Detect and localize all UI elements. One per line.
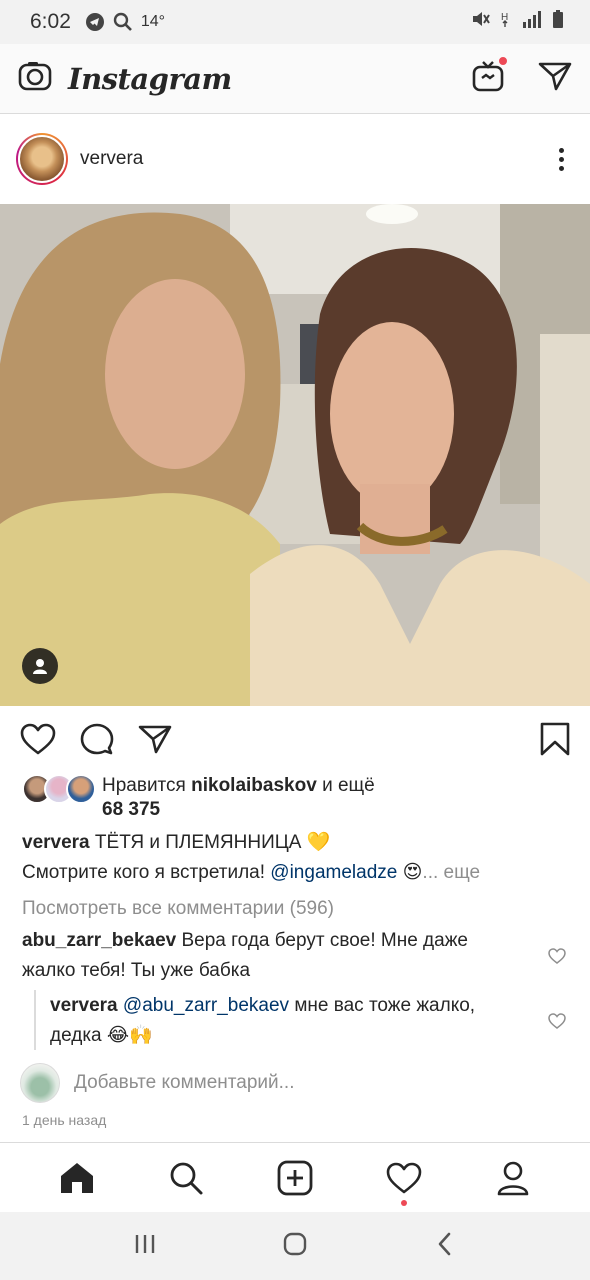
recents-icon[interactable] xyxy=(132,1231,158,1262)
likes-prefix: Нравится xyxy=(102,775,186,796)
activity-notification-dot xyxy=(401,1199,408,1206)
current-user-avatar xyxy=(20,1063,60,1103)
liker-avatar xyxy=(66,774,96,804)
camera-icon[interactable] xyxy=(18,59,52,98)
activity-icon[interactable] xyxy=(384,1158,424,1206)
likes-suffix: и ещё xyxy=(322,775,375,796)
igtv-notification-dot xyxy=(498,56,508,66)
mute-icon xyxy=(470,9,490,35)
tagged-users-icon[interactable] xyxy=(22,648,58,684)
direct-icon[interactable] xyxy=(538,60,572,97)
reply-mention[interactable]: @abu_zarr_bekaev xyxy=(123,995,289,1016)
battery-icon xyxy=(552,9,564,35)
reply-line: ververa @abu_zarr_bekaev мне вас тоже жа… xyxy=(50,991,475,1021)
heart-icon[interactable] xyxy=(20,723,56,755)
status-time: 6:02 xyxy=(30,10,71,33)
add-comment-row[interactable]: Добавьте комментарий... xyxy=(20,1062,580,1104)
likes-count[interactable]: 68 375 xyxy=(102,798,160,822)
comment-text: Вера года берут свое! Мне даже xyxy=(181,930,468,951)
caption-line-1: ververa ТЁТЯ и ПЛЕМЯННИЦА 💛 xyxy=(22,828,330,858)
add-comment-input[interactable]: Добавьте комментарий... xyxy=(74,1072,294,1094)
profile-icon[interactable] xyxy=(493,1158,533,1198)
search-status-icon xyxy=(113,12,133,32)
new-post-icon[interactable] xyxy=(275,1158,315,1198)
comment-username[interactable]: abu_zarr_bekaev xyxy=(22,930,176,951)
comment-like-heart-icon[interactable] xyxy=(548,948,566,969)
back-icon[interactable] xyxy=(432,1231,458,1262)
system-nav-bar xyxy=(0,1212,590,1280)
reply-line: дедка 😂🙌 xyxy=(50,1021,153,1051)
caption-text: ТЁТЯ и ПЛЕМЯННИЦА xyxy=(94,832,302,853)
home-nav-icon[interactable] xyxy=(282,1231,308,1262)
signal-icon xyxy=(522,10,542,34)
likes-summary[interactable]: Нравится nikolaibaskov и ещё 68 375 xyxy=(22,770,582,826)
comment-icon[interactable] xyxy=(80,722,114,756)
post-header: ververa xyxy=(0,114,590,204)
author-avatar-image xyxy=(18,135,66,183)
caption-username[interactable]: ververa xyxy=(22,832,90,853)
view-all-comments-link[interactable]: Посмотреть все комментарии (596) xyxy=(22,894,334,924)
likes-user[interactable]: nikolaibaskov xyxy=(191,775,317,796)
author-avatar[interactable] xyxy=(16,133,68,185)
more-icon[interactable] xyxy=(559,147,564,171)
comment-line: жалко тебя! Ты уже бабка xyxy=(22,956,250,986)
caption-emoji-heart: 💛 xyxy=(306,832,331,853)
post-photo-illustration xyxy=(0,204,590,706)
post-photo[interactable] xyxy=(0,204,590,706)
bookmark-icon[interactable] xyxy=(540,722,570,756)
reply-thread-line xyxy=(34,990,36,1050)
post-author-username[interactable]: ververa xyxy=(80,148,143,170)
caption-line-2: Смотрите кого я встретила! @ingameladze … xyxy=(22,858,480,888)
liker-avatars xyxy=(22,774,96,804)
likes-text: Нравится nikolaibaskov и ещё xyxy=(102,774,375,798)
reply-text: дедка xyxy=(50,1025,102,1046)
igtv-icon[interactable] xyxy=(472,56,508,97)
network-h-icon: H xyxy=(500,9,512,35)
caption-mention[interactable]: @ingameladze xyxy=(270,862,397,883)
search-icon[interactable] xyxy=(166,1158,206,1198)
home-icon[interactable] xyxy=(57,1158,97,1198)
reply-like-heart-icon[interactable] xyxy=(548,1013,566,1034)
reply-text: мне вас тоже жалко, xyxy=(294,995,476,1016)
comment-text: жалко тебя! Ты уже бабка xyxy=(22,960,251,981)
post-timestamp: 1 день назад xyxy=(22,1112,107,1128)
app-header: Instagram xyxy=(0,44,590,114)
telegram-icon xyxy=(85,12,105,32)
comment-line: abu_zarr_bekaev Вера года берут свое! Мн… xyxy=(22,926,468,956)
status-bar: 6:02 14° H xyxy=(0,0,590,44)
reply-emoji: 😂🙌 xyxy=(106,1025,153,1046)
caption-emoji-eyes: 😍 xyxy=(402,862,423,883)
app-logo: Instagram xyxy=(68,61,232,96)
post-actions xyxy=(0,712,590,766)
caption-more-link[interactable]: ... еще xyxy=(422,862,480,883)
temperature: 14° xyxy=(140,13,166,30)
share-icon[interactable] xyxy=(138,723,172,755)
reply-username[interactable]: ververa xyxy=(50,995,118,1016)
bottom-tab-bar xyxy=(0,1142,590,1212)
caption-text-2: Смотрите кого я встретила! xyxy=(22,862,266,883)
